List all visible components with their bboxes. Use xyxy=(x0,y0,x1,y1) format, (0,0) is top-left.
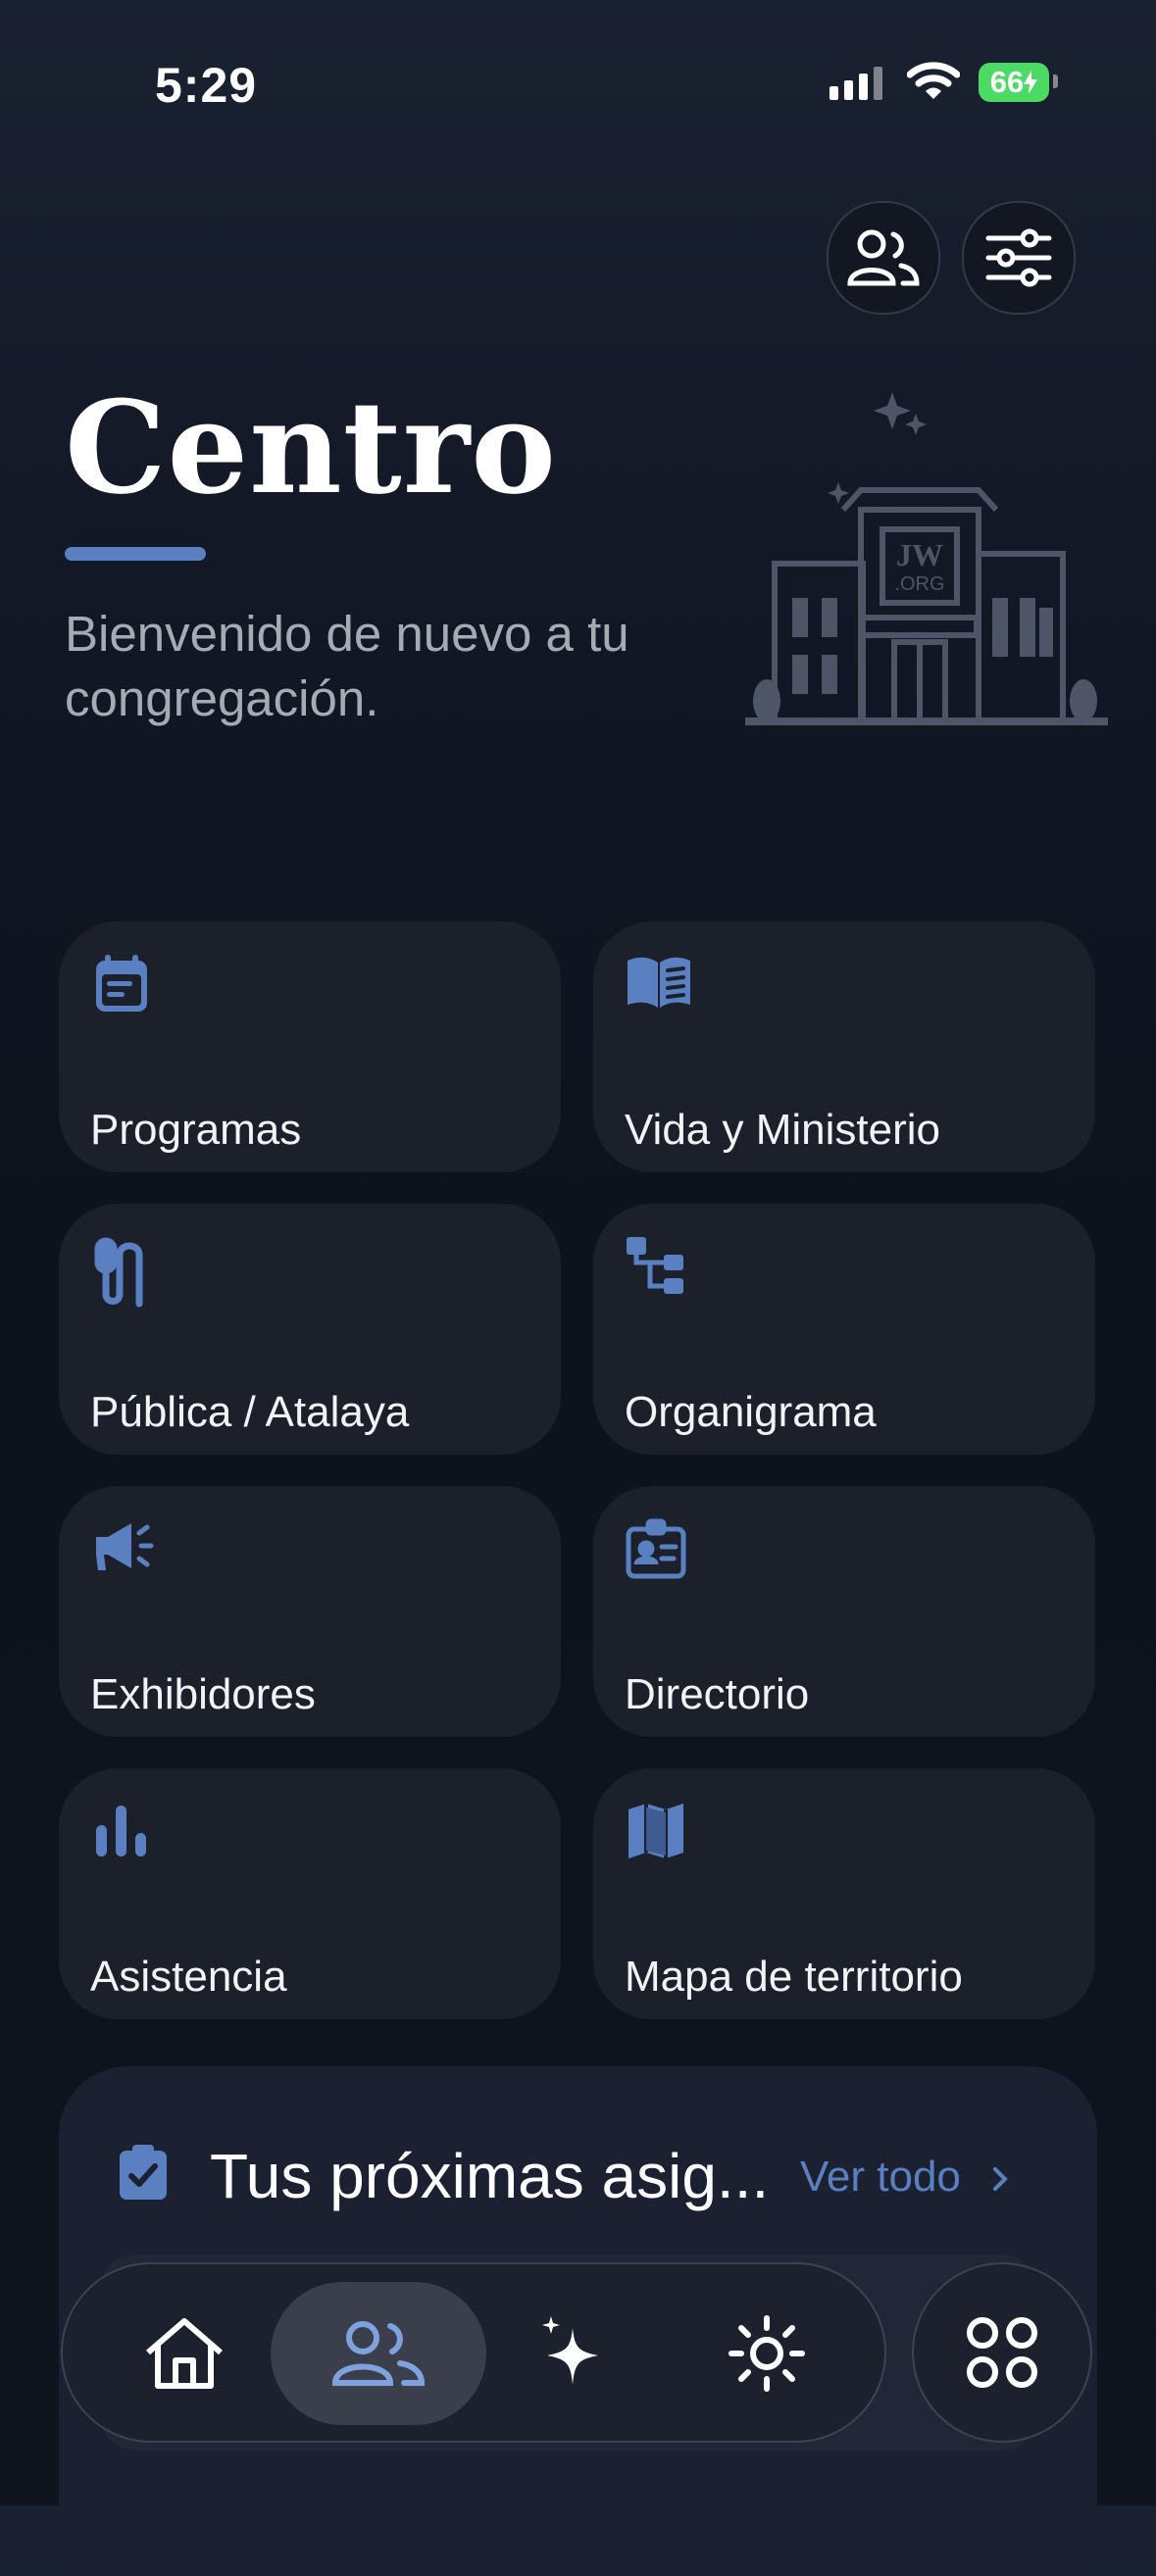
apps-button[interactable] xyxy=(912,2262,1092,2443)
cellular-signal-icon xyxy=(829,67,882,100)
card-publica-atalaya[interactable]: Pública / Atalaya xyxy=(59,1204,561,1455)
card-programas[interactable]: Programas xyxy=(59,921,561,1172)
page-subtitle: Bienvenido de nuevo a tu congregación. xyxy=(65,606,629,726)
card-label: Directorio xyxy=(625,1670,810,1718)
assignments-title: Tus próximas asig... xyxy=(210,2141,770,2211)
card-label: Programas xyxy=(90,1106,302,1154)
card-exhibidores[interactable]: Exhibidores xyxy=(59,1486,561,1737)
calendar-icon xyxy=(96,955,147,1012)
card-label: Mapa de territorio xyxy=(625,1953,963,2001)
map-icon xyxy=(628,1804,683,1858)
card-label: Exhibidores xyxy=(90,1670,316,1718)
title-underline xyxy=(65,547,206,561)
microphone-icon xyxy=(94,1237,143,1308)
sun-icon xyxy=(729,2315,805,2392)
battery-cap xyxy=(1053,74,1058,88)
home-icon xyxy=(146,2318,223,2389)
members-button[interactable] xyxy=(827,201,940,315)
filters-button[interactable] xyxy=(962,201,1076,315)
tab-home[interactable] xyxy=(76,2282,292,2425)
tab-congregation[interactable] xyxy=(271,2282,486,2425)
megaphone-icon xyxy=(96,1523,154,1570)
clipboard-check-icon xyxy=(120,2145,167,2200)
card-asistencia[interactable]: Asistencia xyxy=(59,1768,561,2019)
view-all-label: Ver todo xyxy=(800,2153,961,2201)
people-icon xyxy=(847,229,920,286)
kingdom-hall-illustration: JW .ORG xyxy=(745,392,1108,725)
people-icon xyxy=(331,2321,426,2386)
status-time: 5:29 xyxy=(155,58,258,113)
card-mapa-territorio[interactable]: Mapa de territorio xyxy=(593,1768,1095,2019)
card-directorio[interactable]: Directorio xyxy=(593,1486,1095,1737)
wifi-icon xyxy=(907,62,960,99)
page-title: Centro xyxy=(65,372,557,522)
card-vida-ministerio[interactable]: Vida y Ministerio xyxy=(593,921,1095,1172)
grid-icon xyxy=(967,2317,1037,2388)
card-label: Organigrama xyxy=(625,1388,877,1436)
battery-indicator: 66 xyxy=(979,63,1049,102)
tab-appearance[interactable] xyxy=(659,2282,875,2425)
chevron-right-icon xyxy=(993,2167,1008,2192)
sign-jw: JW xyxy=(896,537,943,572)
book-icon xyxy=(628,957,690,1008)
card-label: Asistencia xyxy=(90,1953,287,2001)
org-chart-icon xyxy=(627,1237,683,1294)
tab-ai[interactable] xyxy=(465,2282,680,2425)
tab-bar xyxy=(61,2262,886,2443)
charging-bolt-icon xyxy=(1024,71,1038,94)
bar-chart-icon xyxy=(96,1806,146,1857)
card-label: Vida y Ministerio xyxy=(625,1106,940,1154)
view-all-link[interactable]: Ver todo xyxy=(800,2153,1010,2202)
sliders-icon xyxy=(985,228,1052,287)
battery-level: 66 xyxy=(989,65,1025,99)
sign-org: .ORG xyxy=(894,573,944,595)
card-label: Pública / Atalaya xyxy=(90,1388,410,1436)
sparkles-icon xyxy=(542,2316,598,2385)
card-organigrama[interactable]: Organigrama xyxy=(593,1204,1095,1455)
id-card-icon xyxy=(626,1518,686,1579)
